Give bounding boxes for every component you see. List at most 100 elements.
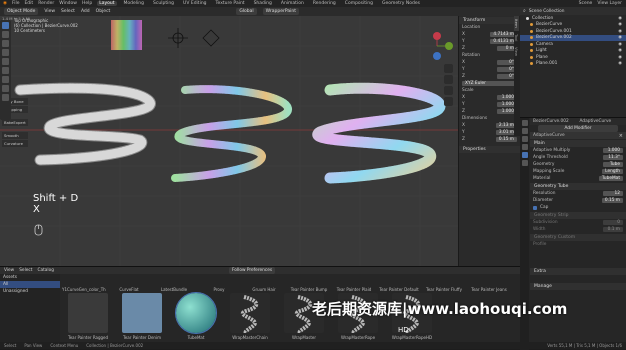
menu-view[interactable]: View [44, 9, 55, 14]
transform-tool-icon[interactable] [2, 67, 9, 74]
main-panel-title[interactable]: Main [530, 140, 626, 147]
asset-top-label[interactable]: Tear Painter Fluffy [422, 287, 466, 292]
menu-file[interactable]: File [12, 1, 20, 6]
outliner-root[interactable]: Scene Collection [529, 9, 565, 14]
resolution-field[interactable]: 12 [603, 191, 623, 196]
cap-checkbox[interactable] [533, 205, 537, 210]
mode-dropdown[interactable]: Object Mode [4, 8, 39, 15]
geometry-strip-title[interactable]: Geometry Strip [530, 212, 626, 219]
measure-tool-icon[interactable] [2, 85, 9, 92]
cursor-tool-icon[interactable] [2, 31, 9, 38]
asset-top-label[interactable]: Proxy [197, 287, 241, 292]
asset-thumbnail[interactable] [175, 292, 217, 334]
tab-item[interactable]: Item [514, 16, 519, 31]
tab-layout[interactable]: Layout [97, 1, 117, 6]
scale-tool-icon[interactable] [2, 58, 9, 65]
menu-help[interactable]: Help [82, 1, 92, 6]
render-tab-icon[interactable] [521, 120, 528, 126]
location-x-field[interactable]: 4.7143 m [490, 32, 517, 37]
output-tab-icon[interactable] [521, 128, 528, 134]
transform-section-title[interactable]: Transform [459, 17, 520, 24]
diameter-field[interactable]: 0.15 m [601, 198, 623, 203]
angle-threshold-field[interactable]: 11.3° [603, 155, 623, 160]
menu-select[interactable]: Select [61, 9, 75, 14]
select-box-tool-icon[interactable] [2, 22, 9, 29]
catalog-all[interactable]: All [0, 281, 60, 288]
visibility-eye-icon[interactable]: ◉ [618, 35, 622, 40]
tab-shading[interactable]: Shading [252, 1, 274, 6]
extra-panel-title[interactable]: Extra [530, 268, 626, 275]
asset-top-label[interactable]: Tear Painter Plaid [332, 287, 376, 292]
catalog-assets[interactable]: Assets [0, 274, 60, 281]
menu-edit[interactable]: Edit [24, 1, 33, 6]
modifier-tab-icon[interactable] [521, 152, 528, 158]
scene-selector[interactable]: Scene [579, 1, 593, 6]
asset-menu-catalog[interactable]: Catalog [37, 268, 54, 273]
tab-sculpting[interactable]: Sculpting [151, 1, 176, 6]
tab-compositing[interactable]: Compositing [343, 1, 375, 6]
visibility-eye-icon[interactable]: ◉ [618, 29, 622, 34]
side-tool-bake-expert[interactable]: BakeExpert [2, 119, 28, 126]
visibility-eye-icon[interactable]: ◉ [618, 55, 622, 60]
dimension-z-field[interactable]: 0.15 m [495, 137, 517, 142]
search-icon[interactable]: ⌕ [523, 8, 526, 14]
asset-thumbnail[interactable] [230, 293, 270, 333]
adaptive-multiply-field[interactable]: 1.000 [603, 148, 623, 153]
move-tool-icon[interactable] [2, 40, 9, 47]
side-tool-smooth[interactable]: Smooth [2, 132, 28, 139]
tab-geometry-nodes[interactable]: Geometry Nodes [380, 1, 422, 6]
asset-top-label[interactable]: Tear Painter Bump [287, 287, 331, 292]
transform-orientation[interactable]: Global [236, 8, 257, 15]
3d-viewport[interactable]: Top Orthographic (6) Collection | Bezier… [0, 16, 458, 266]
catalog-unassigned[interactable]: Unassigned [0, 288, 60, 295]
outliner-item[interactable]: Plane.001 ◉ [520, 61, 626, 68]
asset-top-label[interactable]: LatestBundle [152, 287, 196, 292]
tab-uv-editing[interactable]: UV Editing [181, 1, 208, 6]
asset-top-label[interactable]: CurveFlat [107, 287, 151, 292]
scene-tab-icon[interactable] [521, 136, 528, 142]
properties-section-title[interactable]: Properties [459, 146, 520, 153]
close-icon[interactable]: × [619, 133, 623, 139]
visibility-eye-icon[interactable]: ◉ [618, 42, 622, 47]
tab-view[interactable]: View [514, 44, 519, 59]
view-controls[interactable] [444, 64, 453, 106]
manage-panel-title[interactable]: Manage [530, 283, 626, 290]
tab-animation[interactable]: Animation [279, 1, 306, 6]
blender-logo-icon[interactable]: ◉ [3, 1, 7, 6]
asset-library-dropdown[interactable]: Follow Preferences [228, 267, 276, 274]
geometry-custom-title[interactable]: Geometry Custom [530, 234, 626, 241]
menu-render[interactable]: Render [38, 1, 54, 6]
width-field[interactable]: 0.1 m [603, 227, 623, 232]
addon-dropdown[interactable]: WrapperPaint [262, 8, 299, 15]
visibility-eye-icon[interactable]: ◉ [618, 16, 622, 21]
asset-menu-view[interactable]: View [4, 268, 14, 273]
annotate-tool-icon[interactable] [2, 76, 9, 83]
menu-object[interactable]: Object [96, 9, 111, 14]
tab-modeling[interactable]: Modeling [122, 1, 146, 6]
modifier-name-field[interactable]: AdaptiveCurve [533, 133, 616, 138]
tab-texture-paint[interactable]: Texture Paint [214, 1, 247, 6]
visibility-eye-icon[interactable]: ◉ [618, 61, 622, 66]
asset-menu-select[interactable]: Select [19, 268, 32, 273]
visibility-eye-icon[interactable]: ◉ [618, 22, 622, 27]
object-tab-icon[interactable] [521, 144, 528, 150]
asset-top-label[interactable]: Gruum Hair [242, 287, 286, 292]
visibility-eye-icon[interactable]: ◉ [618, 48, 622, 53]
material-tab-icon[interactable] [521, 160, 528, 166]
tab-tool[interactable]: Tool [514, 31, 519, 44]
add-modifier-button[interactable]: Add Modifier [538, 125, 618, 132]
geometry-tube-title[interactable]: Geometry Tube [530, 183, 626, 190]
asset-top-label[interactable]: Tear Painter Default [377, 287, 421, 292]
asset-top-label[interactable]: Tear Painter Jeans [467, 287, 511, 292]
side-tool-curvature[interactable]: Curvature [2, 140, 28, 147]
rotate-tool-icon[interactable] [2, 49, 9, 56]
tab-rendering[interactable]: Rendering [311, 1, 338, 6]
menu-window[interactable]: Window [59, 1, 77, 6]
subdivision-field[interactable]: 0 [603, 220, 623, 225]
asset-thumbnail[interactable] [68, 293, 108, 333]
location-y-field[interactable]: 0.4131 m [490, 39, 517, 44]
add-cube-tool-icon[interactable] [2, 94, 9, 101]
material-field[interactable]: TubeMat [598, 176, 623, 181]
asset-top-label[interactable]: Y1CurveGen_color_Thread [62, 287, 106, 292]
menu-add[interactable]: Add [81, 9, 90, 14]
